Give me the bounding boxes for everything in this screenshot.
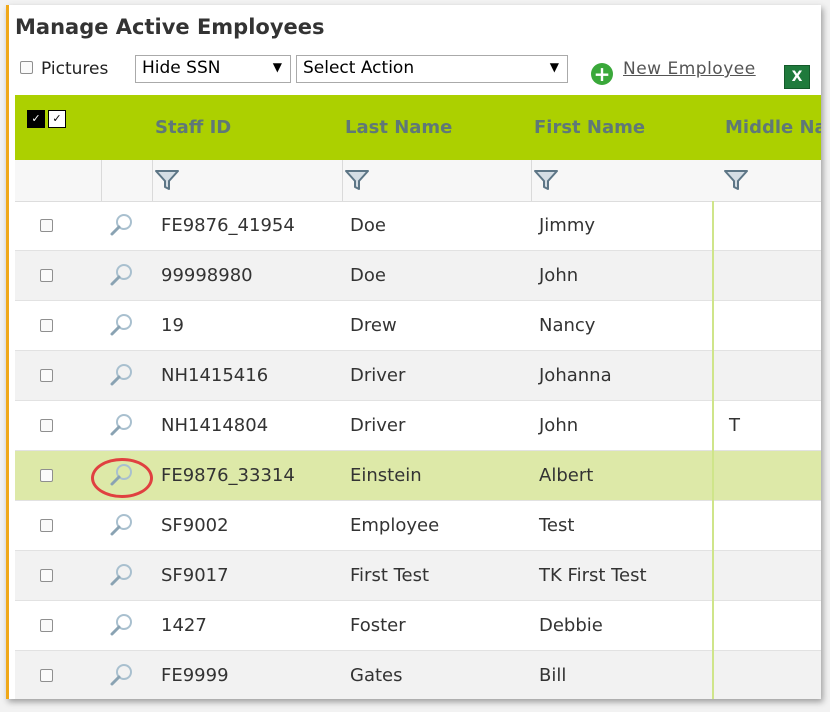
first-name-cell: Nancy (539, 315, 596, 336)
last-name-cell: Drew (350, 315, 397, 336)
table-row[interactable]: NH1414804 Driver John T (15, 401, 821, 451)
filter-icon[interactable] (723, 168, 749, 192)
ssn-select[interactable]: Hide SSN ▼ (135, 55, 291, 83)
last-name-cell: Einstein (350, 465, 422, 486)
row-checkbox[interactable] (40, 619, 53, 632)
highlight-annotation (91, 458, 153, 498)
staff-id-cell: NH1415416 (161, 365, 269, 386)
employee-grid: ✓ ✓ Staff ID Last Name First Name Middle… (15, 95, 821, 699)
last-name-cell: Doe (350, 265, 386, 286)
first-name-cell: TK First Test (539, 565, 647, 586)
first-name-cell: Johanna (539, 365, 612, 386)
table-row[interactable]: NH1415416 Driver Johanna (15, 351, 821, 401)
page-title: Manage Active Employees (15, 15, 325, 39)
table-row[interactable]: FE9876_41954 Doe Jimmy (15, 201, 821, 251)
staff-id-cell: 99998980 (161, 265, 253, 286)
column-header-middle-name[interactable]: Middle Na (725, 117, 821, 138)
view-magnifier-icon[interactable] (109, 562, 135, 588)
window-frame: Manage Active Employees Pictures Hide SS… (6, 5, 821, 699)
table-row[interactable]: SF9002 Employee Test (15, 501, 821, 551)
table-row[interactable]: SF9017 First Test TK First Test (15, 551, 821, 601)
column-divider (712, 201, 714, 699)
pictures-label: Pictures (41, 59, 109, 79)
row-checkbox[interactable] (40, 269, 53, 282)
view-magnifier-icon[interactable] (109, 212, 135, 238)
dropdown-arrow-icon: ▼ (549, 60, 559, 74)
action-select-value: Select Action (303, 58, 415, 78)
middle-name-cell: T (729, 415, 740, 436)
action-select[interactable]: Select Action ▼ (296, 55, 568, 83)
column-divider (531, 160, 532, 201)
last-name-cell: Employee (350, 515, 440, 536)
pictures-checkbox[interactable] (20, 61, 33, 74)
row-checkbox[interactable] (40, 319, 53, 332)
last-name-cell: Driver (350, 365, 406, 386)
staff-id-cell: FE9876_41954 (161, 215, 295, 236)
last-name-cell: First Test (350, 565, 430, 586)
view-magnifier-icon[interactable] (109, 312, 135, 338)
staff-id-cell: 1427 (161, 615, 207, 636)
first-name-cell: John (539, 415, 579, 436)
column-divider (152, 160, 153, 201)
column-divider (101, 160, 102, 201)
dropdown-arrow-icon: ▼ (272, 60, 282, 74)
table-row[interactable]: 1427 Foster Debbie (15, 601, 821, 651)
last-name-cell: Doe (350, 215, 386, 236)
column-select-all-icon[interactable]: ✓ (27, 110, 45, 128)
table-row[interactable]: FE9999 Gates Bill (15, 651, 821, 699)
staff-id-cell: 19 (161, 315, 184, 336)
excel-export-icon[interactable]: X (784, 65, 810, 89)
table-row[interactable]: 99998980 Doe John (15, 251, 821, 301)
view-magnifier-icon[interactable] (109, 362, 135, 388)
first-name-cell: Jimmy (539, 215, 596, 236)
toolbar: Pictures Hide SSN ▼ Select Action ▼ + Ne… (9, 53, 821, 89)
first-name-cell: Debbie (539, 615, 603, 636)
row-checkbox[interactable] (40, 369, 53, 382)
column-header-first-name[interactable]: First Name (534, 117, 645, 138)
first-name-cell: Bill (539, 665, 567, 686)
view-magnifier-icon[interactable] (109, 262, 135, 288)
last-name-cell: Foster (350, 615, 406, 636)
row-checkbox[interactable] (40, 469, 53, 482)
ssn-select-value: Hide SSN (142, 58, 221, 78)
view-magnifier-icon[interactable] (109, 412, 135, 438)
first-name-cell: Test (539, 515, 575, 536)
staff-id-cell: SF9002 (161, 515, 229, 536)
first-name-cell: Albert (539, 465, 594, 486)
staff-id-cell: FE9999 (161, 665, 229, 686)
last-name-cell: Gates (350, 665, 403, 686)
first-name-cell: John (539, 265, 579, 286)
view-magnifier-icon[interactable] (109, 612, 135, 638)
column-header-staff-id[interactable]: Staff ID (155, 117, 231, 138)
new-employee-link[interactable]: New Employee (623, 59, 756, 79)
view-magnifier-icon[interactable] (109, 512, 135, 538)
filter-icon[interactable] (344, 168, 370, 192)
filter-row (15, 160, 821, 202)
column-divider (342, 160, 343, 201)
staff-id-cell: NH1414804 (161, 415, 269, 436)
add-circle-icon[interactable]: + (591, 63, 613, 85)
column-select-toggle-icon[interactable]: ✓ (48, 110, 66, 128)
staff-id-cell: SF9017 (161, 565, 229, 586)
row-checkbox[interactable] (40, 669, 53, 682)
view-magnifier-icon[interactable] (109, 662, 135, 688)
last-name-cell: Driver (350, 415, 406, 436)
column-header-last-name[interactable]: Last Name (345, 117, 452, 138)
row-checkbox[interactable] (40, 219, 53, 232)
row-checkbox[interactable] (40, 419, 53, 432)
filter-icon[interactable] (154, 168, 180, 192)
filter-icon[interactable] (533, 168, 559, 192)
staff-id-cell: FE9876_33314 (161, 465, 295, 486)
row-checkbox[interactable] (40, 519, 53, 532)
row-checkbox[interactable] (40, 569, 53, 582)
grid-header: ✓ ✓ Staff ID Last Name First Name Middle… (15, 95, 821, 161)
table-row[interactable]: 19 Drew Nancy (15, 301, 821, 351)
